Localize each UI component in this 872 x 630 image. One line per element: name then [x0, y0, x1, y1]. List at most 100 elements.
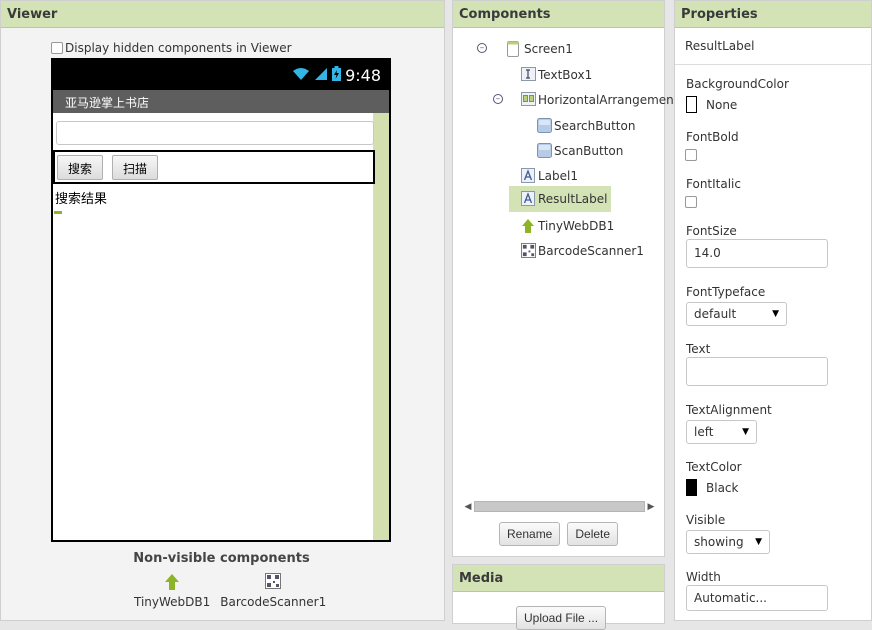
- screen-icon: [507, 41, 521, 57]
- tinywebdb-icon: [164, 573, 180, 591]
- textbox-icon: [521, 67, 536, 83]
- prop-label-text-color: TextColor: [686, 460, 742, 474]
- signal-icon: [314, 66, 328, 85]
- selected-component-name: ResultLabel: [675, 29, 871, 65]
- label-icon: [521, 168, 535, 184]
- collapse-icon[interactable]: –: [477, 43, 487, 53]
- width-input[interactable]: Automatic...: [686, 585, 828, 611]
- prop-label-background-color: BackgroundColor: [686, 77, 789, 91]
- tree-item-label: TextBox1: [538, 68, 593, 82]
- app-title-bar: 亚马逊掌上书店: [53, 90, 389, 113]
- scan-button-preview[interactable]: 扫描: [112, 154, 159, 180]
- prop-label-font-italic: FontItalic: [686, 177, 741, 191]
- font-bold-checkbox[interactable]: [685, 149, 697, 161]
- color-swatch[interactable]: [686, 96, 697, 113]
- scroll-right-icon[interactable]: ▶: [645, 502, 657, 512]
- text-alignment-select[interactable]: left ▼: [686, 420, 757, 444]
- text-alignment-value: left: [694, 425, 714, 439]
- color-swatch[interactable]: [686, 479, 697, 496]
- components-horizontal-scrollbar[interactable]: ◀ ▶: [462, 499, 657, 514]
- wifi-icon: [292, 66, 310, 85]
- tree-item-barcode-scanner1[interactable]: BarcodeScanner1: [521, 240, 644, 262]
- components-button-row: Rename Delete: [499, 522, 619, 546]
- search-button-preview[interactable]: 搜索: [57, 154, 104, 180]
- visible-value: showing: [694, 535, 744, 549]
- font-size-input[interactable]: 14.0: [686, 239, 828, 268]
- tree-item-search-button[interactable]: SearchButton: [537, 115, 635, 137]
- dropdown-caret-icon: ▼: [772, 309, 779, 319]
- properties-header: Properties: [675, 1, 871, 28]
- tree-item-tinywebdb1[interactable]: TinyWebDB1: [521, 215, 614, 237]
- visible-select[interactable]: showing ▼: [686, 530, 770, 554]
- tinywebdb-icon: [521, 218, 535, 234]
- components-header: Components: [453, 1, 664, 28]
- display-hidden-checkbox[interactable]: [51, 42, 63, 54]
- status-time: 9:48: [345, 65, 381, 85]
- tree-item-scan-button[interactable]: ScanButton: [537, 140, 623, 162]
- tree-item-label: BarcodeScanner1: [538, 244, 644, 258]
- horizontal-arrangement-preview[interactable]: 搜索 扫描: [53, 150, 375, 184]
- barcode-scanner-icon: [521, 243, 536, 259]
- phone-preview: 9:48 亚马逊掌上书店 搜索 扫描 搜索结果: [51, 58, 391, 542]
- horizontal-arrangement-icon: [521, 92, 536, 108]
- viewer-header: Viewer: [1, 1, 444, 28]
- nonvisible-item-tinywebdb[interactable]: TinyWebDB1: [134, 573, 210, 609]
- media-panel: Media Upload File ...: [452, 564, 665, 630]
- display-hidden-label: Display hidden components in Viewer: [65, 41, 292, 55]
- media-header: Media: [453, 565, 664, 592]
- tree-item-screen1[interactable]: – Screen1: [477, 38, 573, 60]
- button-icon: [537, 118, 552, 134]
- tree-item-label1[interactable]: Label1: [521, 165, 578, 187]
- text-color-picker[interactable]: Black: [686, 479, 738, 496]
- button-icon: [537, 143, 552, 159]
- upload-file-button[interactable]: Upload File ...: [516, 606, 607, 630]
- nonvisible-item-label: BarcodeScanner1: [220, 595, 327, 609]
- tree-item-label: TinyWebDB1: [538, 219, 615, 233]
- prop-label-text-alignment: TextAlignment: [686, 403, 772, 417]
- label1-preview[interactable]: [54, 211, 62, 214]
- result-label-preview[interactable]: 搜索结果: [55, 188, 107, 207]
- battery-icon: [332, 65, 342, 85]
- display-hidden-checkbox-row[interactable]: Display hidden components in Viewer: [51, 41, 292, 55]
- tree-item-label: Screen1: [524, 42, 573, 56]
- delete-button[interactable]: Delete: [567, 522, 619, 546]
- dropdown-caret-icon: ▼: [755, 537, 762, 547]
- nonvisible-item-label: TinyWebDB1: [134, 595, 211, 609]
- tree-item-label: HorizontalArrangement1: [538, 93, 687, 107]
- background-color-picker[interactable]: None: [686, 96, 737, 113]
- phone-scroll-region: [373, 113, 389, 540]
- prop-label-width: Width: [686, 570, 721, 584]
- tree-item-result-label[interactable]: ResultLabel: [509, 186, 612, 212]
- properties-panel: Properties ResultLabel BackgroundColor N…: [674, 0, 872, 621]
- tree-item-label: SearchButton: [554, 119, 636, 133]
- text-color-value: Black: [706, 480, 739, 495]
- font-typeface-value: default: [694, 307, 737, 321]
- label-icon: [521, 191, 535, 207]
- prop-label-font-typeface: FontTypeface: [686, 285, 766, 299]
- barcode-scanner-icon: [265, 573, 282, 591]
- phone-status-bar: 9:48: [53, 60, 389, 90]
- font-typeface-select[interactable]: default ▼: [686, 302, 787, 326]
- nonvisible-title: Non-visible components: [133, 551, 310, 566]
- scroll-left-icon[interactable]: ◀: [462, 502, 474, 512]
- prop-label-visible: Visible: [686, 513, 726, 527]
- dropdown-caret-icon: ▼: [742, 427, 749, 437]
- phone-screen-body: 搜索 扫描 搜索结果: [53, 113, 389, 540]
- rename-button[interactable]: Rename: [499, 522, 561, 546]
- collapse-icon[interactable]: –: [493, 94, 503, 104]
- scrollbar-thumb[interactable]: [474, 501, 645, 512]
- tree-item-label: ResultLabel: [538, 192, 608, 206]
- prop-label-font-bold: FontBold: [686, 130, 739, 144]
- text-input[interactable]: [686, 357, 828, 386]
- nonvisible-list: TinyWebDB1 BarcodeScanner1: [134, 573, 326, 609]
- components-panel: Components – Screen1 TextBox1 – Horizont…: [452, 0, 686, 557]
- background-color-value: None: [706, 97, 738, 112]
- font-italic-checkbox[interactable]: [685, 196, 697, 208]
- nonvisible-item-barcode[interactable]: BarcodeScanner1: [220, 573, 326, 609]
- viewer-panel: Viewer Display hidden components in View…: [0, 0, 445, 621]
- tree-item-label: ScanButton: [554, 144, 624, 158]
- tree-item-textbox1[interactable]: TextBox1: [521, 64, 592, 86]
- textbox1-preview[interactable]: [56, 121, 374, 145]
- tree-item-horizontal-arrangement1[interactable]: – HorizontalArrangement1: [493, 89, 687, 111]
- prop-label-font-size: FontSize: [686, 224, 737, 238]
